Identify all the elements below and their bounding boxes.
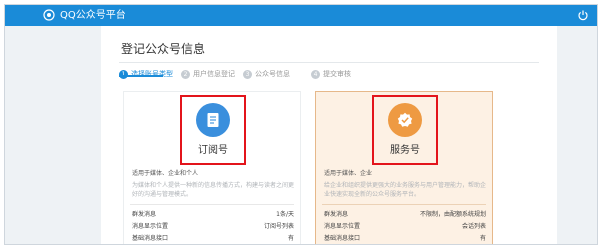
- card-audience: 适用于媒体、企业和个人: [132, 170, 199, 177]
- feature-row: 消息显示位置 会话列表: [324, 222, 486, 231]
- feature-value: 会话列表: [461, 223, 486, 230]
- card-title: 服务号: [390, 145, 420, 156]
- qq-logo-icon: [43, 9, 55, 21]
- card-divider: [322, 204, 486, 205]
- service-icon-circle: [388, 103, 422, 137]
- card-divider: [130, 204, 294, 205]
- card-title: 订阅号: [198, 145, 228, 156]
- title-divider: [119, 62, 539, 63]
- feature-name: 群发消息: [324, 211, 349, 218]
- feature-name: 群发消息: [132, 211, 157, 218]
- badge-check-icon: [397, 112, 413, 127]
- step-number: 4: [311, 70, 320, 79]
- feature-value: 1条/天: [276, 211, 294, 218]
- feature-name: 消息显示位置: [324, 223, 361, 230]
- card-description: 给企业和组织提供更强大的业务服务与用户管理能力，帮助企业快速实现全新的公众号服务…: [324, 182, 487, 198]
- highlight-box: 服务号: [372, 95, 438, 165]
- main-panel: 登记公众号信息 1 选择账号类型 2 用户信息登记 3 公众号信息 4 提交审核: [101, 26, 557, 244]
- top-bar: QQ公众号平台: [5, 5, 597, 26]
- feature-row: 群发消息 1条/天: [132, 210, 294, 219]
- step-number: 2: [181, 70, 190, 79]
- step-label: 用户信息登记: [193, 70, 235, 78]
- feature-name: 基础消息接口: [132, 235, 169, 242]
- page-title: 登记公众号信息: [121, 42, 206, 56]
- subscription-account-card[interactable]: 订阅号 适用于媒体、企业和个人 为媒体和个人提供一种新的信息传播方式，构建与读者…: [123, 91, 301, 244]
- service-account-card[interactable]: 服务号 适用于媒体、企业 给企业和组织提供更强大的业务服务与用户管理能力，帮助企…: [315, 91, 493, 244]
- document-icon: [207, 113, 219, 127]
- feature-row: 基础消息接口 有: [324, 234, 486, 243]
- feature-name: 消息显示位置: [132, 223, 169, 230]
- step-number: 3: [243, 70, 252, 79]
- power-icon[interactable]: [577, 9, 589, 21]
- feature-row: 群发消息 不限制，由配额系统规划: [324, 210, 486, 219]
- feature-row: 基础消息接口 有: [132, 234, 294, 243]
- app-window: QQ公众号平台 登记公众号信息 1 选择账号类型 2 用户信息登记 3 公众号信…: [4, 4, 598, 245]
- brand-name: QQ公众号平台: [60, 10, 126, 21]
- feature-value: 有: [287, 235, 294, 242]
- step-label: 公众号信息: [255, 70, 290, 78]
- feature-name: 基础消息接口: [324, 235, 361, 242]
- feature-value: 不限制，由配额系统规划: [419, 211, 486, 218]
- step-indicator: 1 选择账号类型 2 用户信息登记 3 公众号信息 4 提交审核: [119, 69, 539, 81]
- card-audience: 适用于媒体、企业: [324, 170, 373, 177]
- feature-value: 有: [479, 235, 486, 242]
- step-label: 提交审核: [323, 70, 351, 78]
- active-step-underline: [119, 75, 163, 77]
- subscription-icon-circle: [196, 103, 230, 137]
- highlight-box: 订阅号: [180, 95, 246, 165]
- feature-value: 订阅号列表: [263, 223, 294, 230]
- feature-row: 消息显示位置 订阅号列表: [132, 222, 294, 231]
- card-description: 为媒体和个人提供一种新的信息传播方式，构建与读者之间更好的沟通与管理模式。: [132, 182, 295, 198]
